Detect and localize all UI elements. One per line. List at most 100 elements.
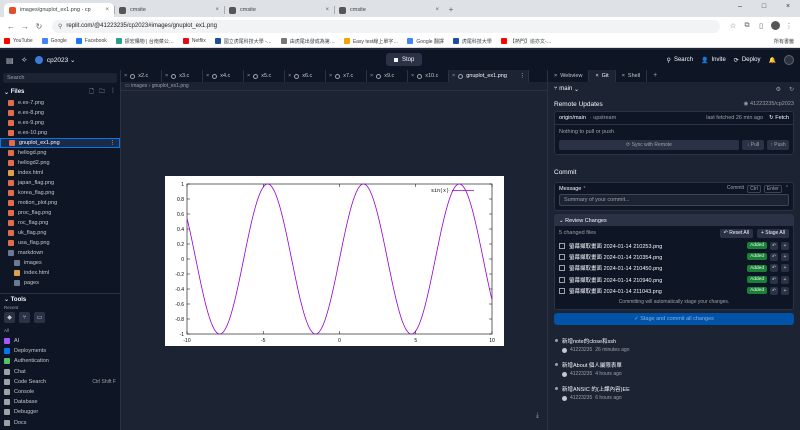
commit-item[interactable]: 新增About 個人屬限表單 41223235 4 hours ago — [548, 359, 800, 383]
tab-shell[interactable]: × Shell — [616, 70, 648, 82]
close-icon[interactable]: × — [411, 73, 414, 79]
close-icon[interactable]: × — [595, 73, 598, 79]
forward-icon[interactable]: → — [18, 22, 32, 31]
branch-selector[interactable]: main — [559, 86, 572, 92]
sync-button[interactable]: ⟳ Sync with Remote — [559, 140, 739, 150]
tools-header[interactable]: ⌄ Tools — [0, 293, 120, 305]
close-icon[interactable]: × — [165, 73, 168, 79]
file-item[interactable]: e.ex-8.png — [0, 108, 120, 118]
commit-message-input[interactable]: Summary of your commit... — [559, 194, 789, 206]
notifications-icon[interactable]: 🔔 — [769, 57, 776, 64]
file-item[interactable]: markdown — [0, 248, 120, 258]
maximize-icon[interactable]: □ — [752, 0, 776, 14]
editor-tab[interactable]: × x7.c — [326, 70, 367, 82]
browser-tab[interactable]: cmsite × — [334, 3, 444, 17]
file-item[interactable]: hellogd2.png — [0, 158, 120, 168]
git-tool-icon[interactable]: ⑂ — [19, 312, 30, 323]
editor-tab[interactable]: × x10.c — [408, 70, 449, 82]
invite-button[interactable]: 👤 Invite — [701, 57, 726, 64]
close-window-icon[interactable]: × — [776, 0, 800, 14]
browser-tab[interactable]: cmsite × — [224, 3, 334, 17]
sidepanel-icon[interactable]: ▯ — [754, 22, 768, 30]
review-header[interactable]: ⌄ Review Changes — [555, 215, 793, 226]
file-item[interactable]: index.html — [0, 268, 120, 278]
breadcrumb-file[interactable]: gnuplot_ex1.png — [152, 83, 189, 89]
deploy-button[interactable]: ⟳ Deploy — [734, 57, 761, 64]
tool-item[interactable]: Deployments — [0, 346, 120, 356]
editor-tab[interactable]: × x6.c — [285, 70, 326, 82]
menu-icon[interactable]: ⋮ — [782, 22, 796, 30]
sidebar-search-input[interactable]: Search — [3, 73, 117, 83]
profile-avatar[interactable] — [768, 20, 782, 32]
more-icon[interactable]: ⋮ — [110, 87, 116, 97]
files-header[interactable]: ⌄ Files 🗋 🗀 ⋮ — [0, 86, 120, 98]
editor-tab[interactable]: × x3.c — [162, 70, 203, 82]
commit-item[interactable]: 新增note的close和ssh 41223235 26 minutes ago — [548, 335, 800, 359]
bookmark-item[interactable]: YouTube — [4, 38, 33, 44]
file-item[interactable]: images — [0, 258, 120, 268]
discard-icon[interactable]: ↶ — [770, 241, 778, 250]
replit-logo-icon[interactable]: ⟡ — [22, 55, 27, 65]
tool-item[interactable]: Console — [0, 387, 120, 397]
bookmark-item[interactable]: Netflix — [182, 38, 206, 44]
bookmark-item[interactable]: 【熱門】追亦文-… — [500, 38, 552, 45]
bookmark-item[interactable]: 虎尾科技大學 — [452, 38, 492, 45]
new-tab-icon[interactable]: + — [444, 3, 458, 17]
close-icon[interactable]: × — [247, 73, 250, 79]
back-icon[interactable]: ← — [4, 22, 18, 31]
discard-icon[interactable]: ↶ — [770, 264, 778, 273]
add-tab-icon[interactable]: + — [647, 70, 663, 82]
tab-git[interactable]: × Git — [589, 70, 616, 82]
file-item[interactable]: gnuplot_ex1.png ⋮ — [0, 138, 120, 148]
close-icon[interactable]: × — [329, 73, 332, 79]
bookmark-item[interactable]: Google — [41, 38, 67, 44]
site-info-icon[interactable]: ⚲ — [58, 23, 62, 30]
close-icon[interactable]: × — [124, 73, 127, 79]
close-icon[interactable]: × — [622, 73, 625, 79]
tool-item[interactable]: Docs — [0, 418, 120, 428]
tool-item[interactable]: AI — [0, 336, 120, 346]
bookmark-item[interactable]: 振宏購物 | 台南菜公… — [115, 38, 174, 45]
browser-tab[interactable]: cmsite × — [114, 3, 224, 17]
file-item[interactable]: uk_flag.png — [0, 228, 120, 238]
stage-icon[interactable]: + — [781, 252, 789, 261]
reload-icon[interactable]: ↻ — [32, 22, 46, 31]
file-item[interactable]: japan_flag.png — [0, 178, 120, 188]
change-row[interactable]: 螢幕擷取畫面 2024-01-14 210450.png Added ↶ + — [555, 263, 793, 274]
editor-tab[interactable]: × x9.c — [367, 70, 408, 82]
discard-icon[interactable]: ↶ — [770, 252, 778, 261]
reset-all-button[interactable]: ↶ Reset All — [719, 228, 753, 238]
tool-item[interactable]: Code Search Ctrl Shift F — [0, 377, 120, 387]
file-item[interactable]: proc_flag.png — [0, 208, 120, 218]
more-icon[interactable]: ⋮ — [520, 73, 526, 79]
stop-button[interactable]: Stop — [386, 53, 423, 66]
close-icon[interactable]: × — [452, 73, 455, 79]
star-icon[interactable]: ☆ — [726, 22, 740, 30]
settings-icon[interactable]: ⚙ — [776, 86, 781, 93]
close-icon[interactable]: × — [105, 7, 109, 13]
close-icon[interactable]: × — [554, 73, 557, 79]
change-row[interactable]: 螢幕擷取畫面 2024-01-14 211043.png Added ↶ + — [555, 285, 793, 296]
remote-ref[interactable]: 41223235/cp2023 — [750, 101, 794, 107]
editor-tab[interactable]: × x2.c — [121, 70, 162, 82]
stage-icon[interactable]: + — [781, 286, 789, 295]
sidebar-toggle-icon[interactable]: ▤ — [6, 56, 14, 65]
close-icon[interactable]: × — [206, 73, 209, 79]
discard-icon[interactable]: ↶ — [770, 275, 778, 284]
stage-icon[interactable]: + — [781, 264, 789, 273]
close-icon[interactable]: × — [288, 73, 291, 79]
minimize-icon[interactable]: – — [728, 0, 752, 14]
editor-tab[interactable]: × x5.c — [244, 70, 285, 82]
stage-all-button[interactable]: + Stage All — [756, 228, 789, 238]
file-item[interactable]: roc_flag.png — [0, 218, 120, 228]
pull-button[interactable]: ↓ Pull — [742, 140, 764, 150]
file-item[interactable]: index.html — [0, 168, 120, 178]
tool-item[interactable]: Database — [0, 397, 120, 407]
file-item[interactable]: e.ex-7.png — [0, 98, 120, 108]
webview-tool-icon[interactable]: ▭ — [34, 312, 45, 323]
commit-item[interactable]: 新增ANSIC 的(上課內容)EE 41223235 6 hours ago — [548, 383, 800, 407]
file-item[interactable]: e.ex-10.png — [0, 128, 120, 138]
chevron-up-icon[interactable]: ⌃ — [785, 185, 789, 193]
repl-selector[interactable]: cp2023 ⌄ — [34, 56, 75, 64]
tool-item[interactable]: Authentication — [0, 356, 120, 366]
